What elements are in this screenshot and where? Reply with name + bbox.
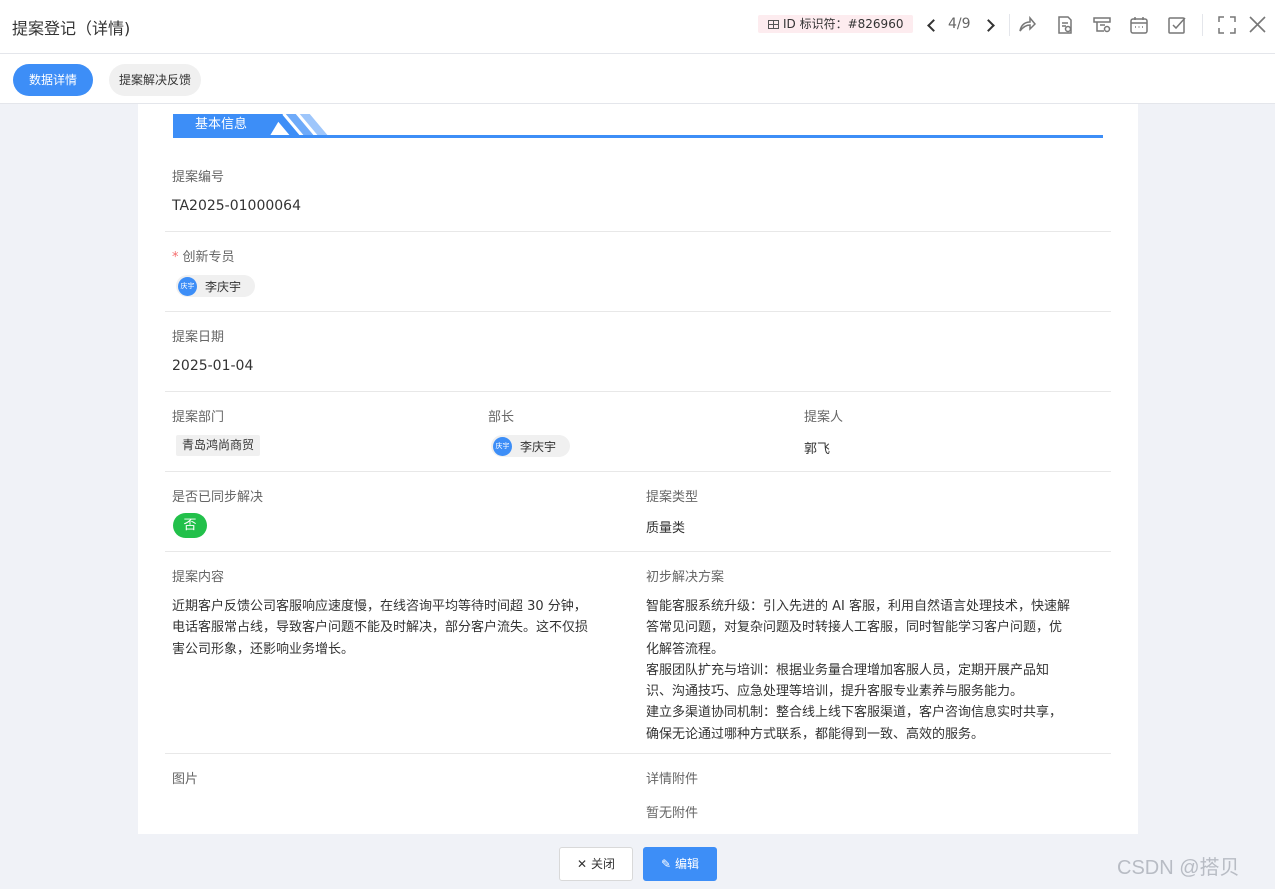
chevron-right-icon [981, 18, 995, 32]
calendar-icon[interactable] [1128, 14, 1150, 36]
minister-label: 部长 [488, 410, 515, 425]
detail-card: 基本信息 提案编号 TA2025-01000064 * 创新专员 庆宇 李庆宇 提… [138, 104, 1138, 834]
specialist-user-chip[interactable]: 庆宇 李庆宇 [176, 275, 256, 297]
watermark: CSDN @搭贝 [1117, 857, 1240, 879]
required-mark: * [172, 250, 179, 265]
proposal-no-label: 提案编号 [172, 170, 225, 185]
specialist-label-text: 创新专员 [182, 250, 235, 265]
toolbar-divider [1009, 14, 1010, 36]
edit-icon: ✎ [660, 857, 672, 871]
tab-proposal-feedback[interactable]: 提案解决反馈 [109, 64, 201, 96]
close-button-label: 关闭 [591, 857, 616, 871]
close-icon[interactable] [1246, 14, 1268, 36]
status-badge: 否 [173, 513, 207, 538]
image-label: 图片 [172, 772, 199, 787]
solution-line: 客服团队扩充与培训：根据业务量合理增加客服人员，定期开展产品知 [646, 662, 1050, 678]
divider [165, 391, 1111, 392]
edit-button[interactable]: ✎ 编辑 [643, 847, 717, 881]
fullscreen-icon[interactable] [1216, 14, 1238, 36]
content-line: 电话客服常占线，导致客户问题不能及时解决，部分客户流失。这不仅损 [172, 620, 589, 636]
minister-name: 李庆宇 [520, 439, 557, 454]
attachments-label: 详情附件 [646, 772, 699, 787]
section-title: 基本信息 [173, 114, 283, 136]
date-label: 提案日期 [172, 330, 225, 345]
prev-record-button[interactable] [921, 13, 941, 37]
type-label: 提案类型 [646, 490, 699, 505]
solution-line: 化解答流程。 [646, 641, 725, 657]
close-icon: ✕ [576, 857, 588, 871]
type-value: 质量类 [646, 521, 686, 536]
proposer-label: 提案人 [804, 410, 844, 425]
tab-bar: 数据详情 提案解决反馈 [0, 54, 1275, 104]
proposer-value: 郭飞 [804, 442, 831, 457]
solution-label: 初步解决方案 [646, 570, 725, 585]
tab-data-details[interactable]: 数据详情 [13, 64, 93, 96]
content-label: 提案内容 [172, 570, 225, 585]
id-badge: ID 标识符：#826960 [758, 15, 914, 33]
next-record-button[interactable] [980, 13, 1000, 37]
share-icon[interactable] [1016, 14, 1038, 36]
specialist-name: 李庆宇 [205, 279, 242, 294]
edit-button-label: 编辑 [675, 857, 700, 871]
department-label: 提案部门 [172, 410, 225, 425]
doc-icon[interactable] [1054, 14, 1076, 36]
content-line: 害公司形象，还影响业务增长。 [172, 641, 355, 657]
divider [165, 551, 1111, 552]
checkbox-icon[interactable] [1166, 14, 1188, 36]
id-badge-text: ID 标识符：#826960 [783, 17, 904, 31]
print-icon[interactable] [1091, 14, 1113, 36]
page-counter: 4/9 [948, 16, 971, 32]
minister-user-chip[interactable]: 庆宇 李庆宇 [491, 435, 571, 457]
top-bar: 提案登记（详情) ID 标识符：#826960 4/9 [0, 0, 1275, 54]
synced-label: 是否已同步解决 [172, 490, 264, 505]
solution-line: 确保无论通过哪种方式联系，都能得到一致、高效的服务。 [646, 726, 985, 742]
close-button[interactable]: ✕ 关闭 [559, 847, 633, 881]
section-header: 基本信息 [173, 114, 1103, 138]
content-line: 近期客户反馈公司客服响应速度慢，在线咨询平均等待时间超 30 分钟， [172, 599, 587, 614]
solution-line: 答常见问题，对复杂问题及时转接人工客服，同时智能学习客户问题，优 [646, 620, 1063, 636]
avatar: 庆宇 [493, 436, 512, 456]
divider [165, 231, 1111, 232]
chevron-left-icon [926, 18, 940, 32]
proposal-no-value: TA2025-01000064 [172, 198, 301, 214]
page-title: 提案登记（详情) [12, 19, 131, 38]
divider [165, 311, 1111, 312]
divider [165, 471, 1111, 472]
solution-text: 智能客服系统升级：引入先进的 AI 客服，利用自然语言处理技术，快速解 答常见问… [646, 596, 1070, 745]
divider [165, 753, 1111, 754]
attachments-empty: 暂无附件 [646, 806, 699, 821]
specialist-label: * 创新专员 [172, 246, 235, 265]
toolbar-divider [1202, 14, 1203, 36]
solution-line: 识、沟通技巧、应急处理等培训，提升客服专业素养与服务能力。 [646, 684, 1024, 700]
department-tag: 青岛鸿尚商贸 [176, 435, 261, 456]
solution-line: 智能客服系统升级：引入先进的 AI 客服，利用自然语言处理技术，快速解 [646, 599, 1070, 614]
solution-line: 建立多渠道协同机制：整合线上线下客服渠道，客户咨询信息实时共享， [646, 705, 1063, 721]
date-value: 2025-01-04 [172, 358, 254, 374]
content-text: 近期客户反馈公司客服响应速度慢，在线咨询平均等待时间超 30 分钟， 电话客服常… [172, 596, 588, 660]
table-icon [768, 20, 779, 29]
avatar: 庆宇 [178, 276, 197, 296]
